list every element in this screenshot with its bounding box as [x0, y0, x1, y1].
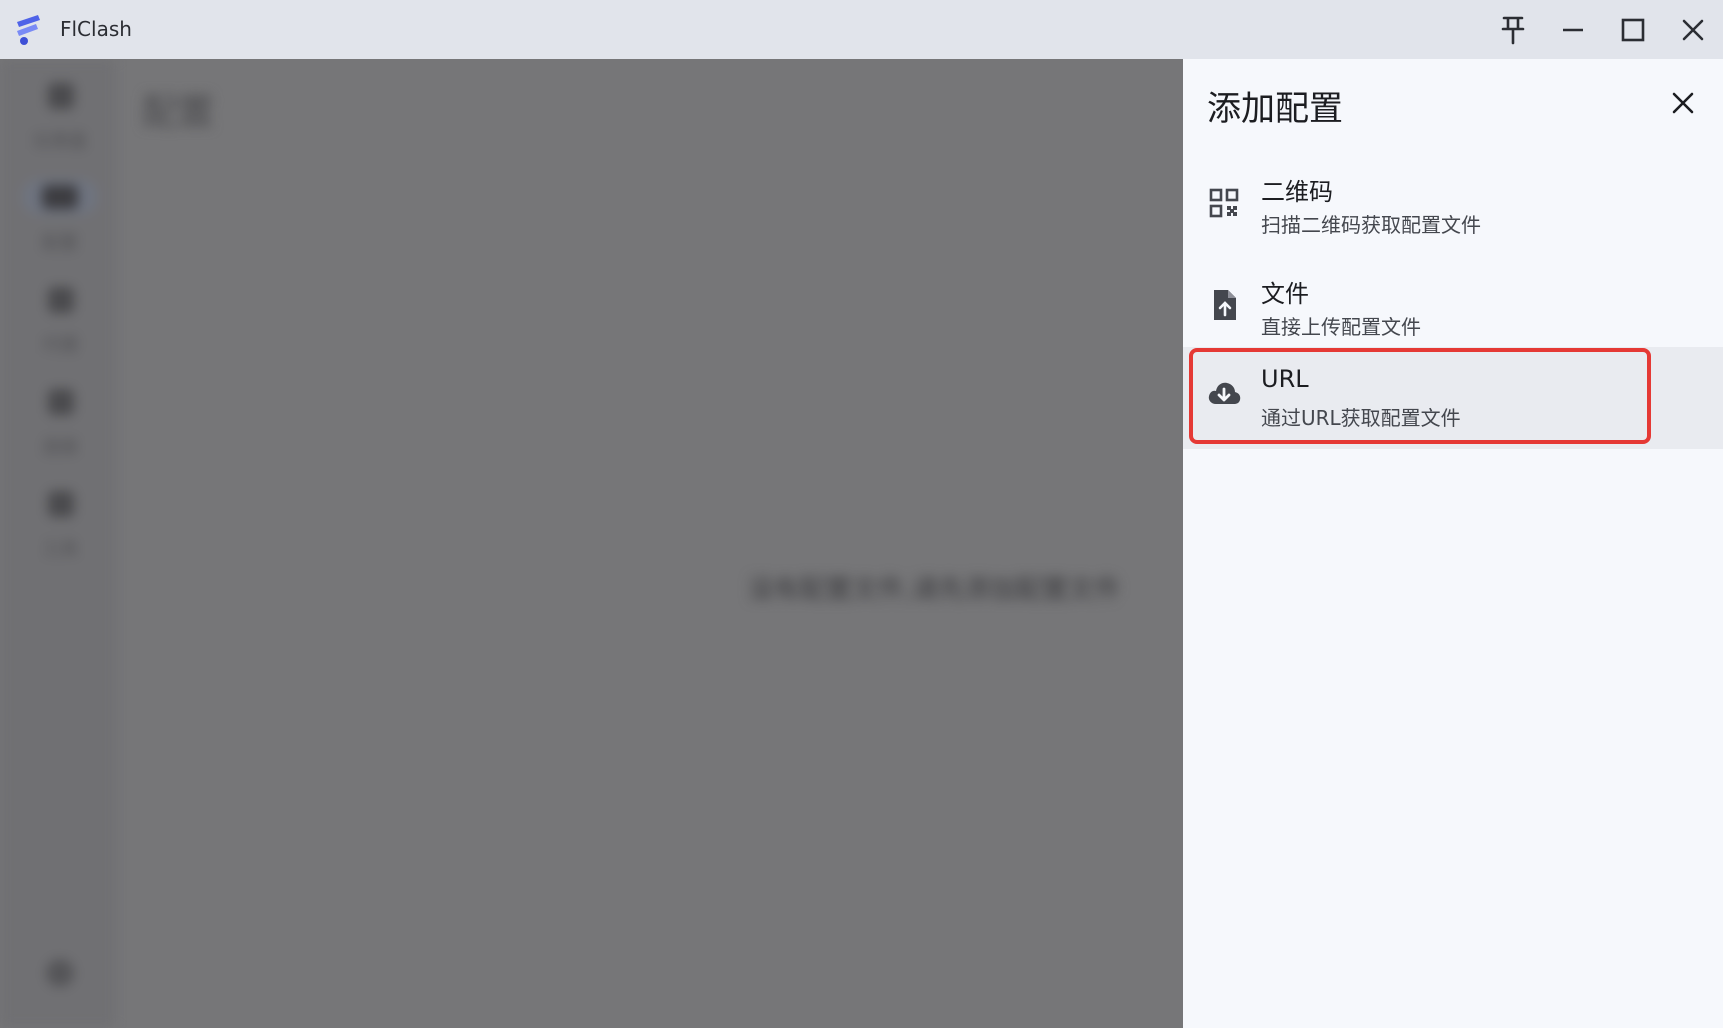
file-upload-icon	[1214, 290, 1236, 320]
close-sheet-button[interactable]	[1659, 79, 1707, 127]
navigation-rail: 仪表盘 配置 代理 连接 工具	[0, 59, 116, 1028]
option-subtitle: 直接上传配置文件	[1261, 315, 1421, 339]
cloud-download-icon	[1208, 382, 1241, 404]
flclash-logo-icon	[17, 15, 40, 45]
option-subtitle: 通过URL获取配置文件	[1261, 406, 1461, 430]
page-title: 配置	[142, 92, 215, 133]
rail-item-dashboard: 仪表盘	[22, 69, 98, 159]
add-by-qrcode-option[interactable]: 二维码 扫描二维码获取配置文件	[1183, 154, 1723, 256]
pin-icon	[1501, 16, 1525, 45]
option-title: 二维码	[1261, 178, 1333, 206]
qr-code-icon	[1209, 188, 1239, 218]
pin-window-button[interactable]	[1493, 10, 1533, 50]
rail-item-proxies: 代理	[22, 273, 98, 363]
title-bar: FlClash	[0, 0, 1723, 59]
sheet-title: 添加配置	[1207, 89, 1343, 129]
proxy-icon	[48, 287, 74, 313]
window-title: FlClash	[60, 17, 132, 41]
add-by-file-option[interactable]: 文件 直接上传配置文件	[1183, 256, 1723, 358]
folder-icon	[42, 185, 78, 209]
option-title: 文件	[1261, 280, 1309, 308]
modal-scrim[interactable]: 仪表盘 配置 代理 连接 工具 配置 没有配置文件,请先添加配置文件	[0, 59, 1183, 1028]
add-by-url-option[interactable]: URL 通过URL获取配置文件	[1183, 347, 1723, 449]
empty-state-text: 没有配置文件,请先添加配置文件	[748, 575, 1121, 605]
option-title: URL	[1261, 365, 1309, 393]
rail-item-tools: 工具	[22, 477, 98, 567]
maximize-icon	[1621, 18, 1645, 42]
collapse-rail-icon	[46, 959, 74, 987]
dashboard-icon	[48, 83, 74, 109]
rail-item-profiles: 配置	[22, 171, 98, 261]
close-window-button[interactable]	[1673, 10, 1713, 50]
tools-icon	[48, 491, 74, 517]
close-icon	[1672, 92, 1694, 114]
rail-item-connections: 连接	[22, 375, 98, 465]
add-profile-sheet: 添加配置 二维码 扫描二维码获取配置文件 文件 直接上传配置文件 URL 通过U…	[1183, 59, 1723, 1028]
minimize-icon	[1563, 28, 1583, 32]
close-icon	[1682, 19, 1704, 41]
option-subtitle: 扫描二维码获取配置文件	[1261, 213, 1481, 237]
maximize-button[interactable]	[1613, 10, 1653, 50]
connections-icon	[48, 389, 74, 415]
minimize-button[interactable]	[1553, 10, 1593, 50]
